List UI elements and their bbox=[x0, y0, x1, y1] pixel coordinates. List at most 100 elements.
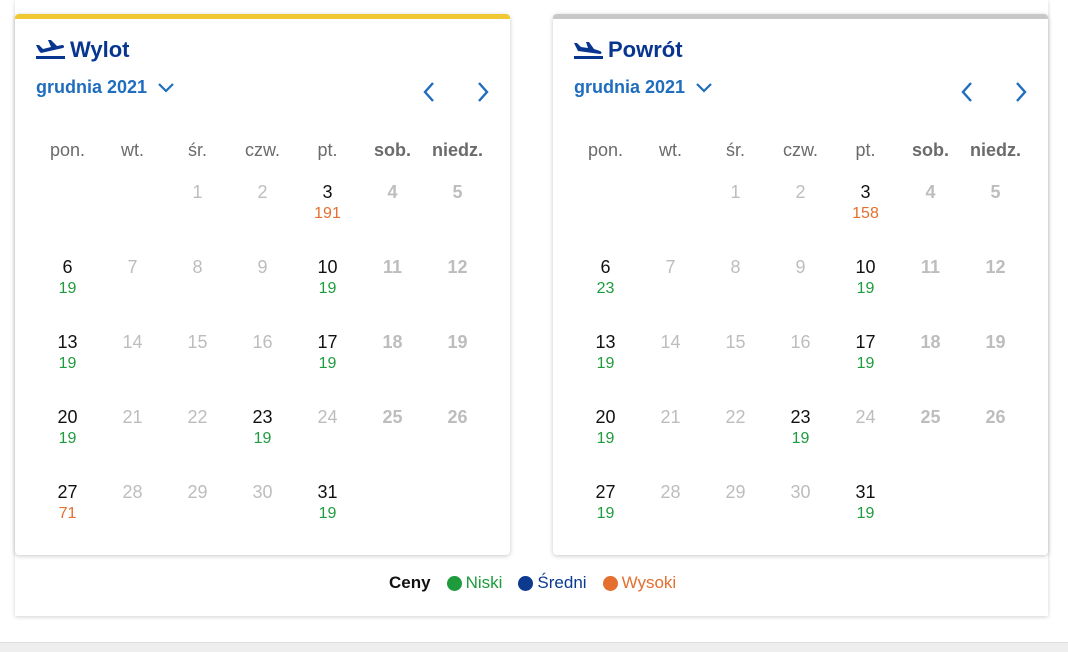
calendar-day: 12 bbox=[963, 256, 1028, 331]
day-price: 19 bbox=[253, 430, 272, 447]
legend-label-high: Wysoki bbox=[621, 573, 677, 592]
calendar-day: 19 bbox=[425, 331, 490, 406]
weekday-label: sob. bbox=[911, 140, 949, 160]
calendar-day: 7 bbox=[638, 256, 703, 331]
calendar-day[interactable]: 6 19 bbox=[35, 256, 100, 331]
calendar-day: 7 bbox=[100, 256, 165, 331]
calendar-day: 9 bbox=[768, 256, 833, 331]
calendar-day: 16 bbox=[230, 331, 295, 406]
day-number: 19 bbox=[985, 332, 1006, 352]
weekday-label: niedz. bbox=[431, 140, 483, 160]
calendar-day[interactable]: 10 19 bbox=[295, 256, 360, 331]
calendar-day[interactable]: 23 19 bbox=[768, 406, 833, 481]
calendar-day[interactable]: 20 19 bbox=[35, 406, 100, 481]
day-number: 1 bbox=[192, 182, 203, 202]
return-prev-month-button[interactable] bbox=[956, 80, 980, 104]
day-price: 19 bbox=[318, 355, 337, 372]
calendar-day: 1 bbox=[703, 181, 768, 256]
calendar-day: 22 bbox=[703, 406, 768, 481]
day-number: 14 bbox=[660, 332, 681, 352]
day-number: 18 bbox=[382, 332, 403, 352]
departure-accent-bar bbox=[15, 14, 510, 19]
departure-day-grid: 1 2 3 191 4 5 6 19 7 8 9 10 19 11 12 13 19 14 15 16 17 19 18 19… bbox=[35, 181, 490, 555]
calendar-day: 11 bbox=[898, 256, 963, 331]
calendar-day: 21 bbox=[100, 406, 165, 481]
return-month-selector[interactable]: grudnia 2021 bbox=[574, 77, 713, 98]
day-number: 14 bbox=[122, 332, 143, 352]
day-number: 29 bbox=[725, 482, 746, 502]
departure-weekday-header: pon. wt. śr. czw. pt. sob. niedz. bbox=[35, 140, 490, 161]
departure-next-month-button[interactable] bbox=[470, 80, 494, 104]
calendar-day: 14 bbox=[638, 331, 703, 406]
day-number: 13 bbox=[595, 332, 616, 352]
calendar-day[interactable]: 6 23 bbox=[573, 256, 638, 331]
calendar-day[interactable]: 20 19 bbox=[573, 406, 638, 481]
calendar-day: 18 bbox=[898, 331, 963, 406]
day-number: 28 bbox=[660, 482, 681, 502]
calendar-day[interactable]: 31 19 bbox=[295, 481, 360, 555]
day-number: 6 bbox=[600, 257, 611, 277]
day-number: 15 bbox=[187, 332, 208, 352]
calendar-day: 26 bbox=[963, 406, 1028, 481]
day-price: 71 bbox=[58, 505, 77, 522]
weekday-label: niedz. bbox=[969, 140, 1021, 160]
day-number: 5 bbox=[990, 182, 1001, 202]
departure-prev-month-button[interactable] bbox=[418, 80, 442, 104]
calendar-empty-cell bbox=[35, 181, 100, 256]
calendar-day: 15 bbox=[703, 331, 768, 406]
calendar-day[interactable]: 3 158 bbox=[833, 181, 898, 256]
calendar-day: 28 bbox=[638, 481, 703, 555]
calendar-day: 1 bbox=[165, 181, 230, 256]
return-accent-bar bbox=[553, 14, 1048, 19]
day-number: 29 bbox=[187, 482, 208, 502]
chevron-down-icon bbox=[158, 82, 174, 93]
day-price: 19 bbox=[856, 505, 875, 522]
departure-title-text: Wylot bbox=[70, 37, 130, 62]
calendar-day[interactable]: 10 19 bbox=[833, 256, 898, 331]
calendar-day: 26 bbox=[425, 406, 490, 481]
day-price: 19 bbox=[791, 430, 810, 447]
calendar-day: 11 bbox=[360, 256, 425, 331]
calendar-empty-cell bbox=[573, 181, 638, 256]
day-number: 25 bbox=[382, 407, 403, 427]
day-number: 4 bbox=[387, 182, 398, 202]
legend-label-medium: Średni bbox=[537, 573, 587, 592]
calendar-day[interactable]: 31 19 bbox=[833, 481, 898, 555]
calendar-day[interactable]: 23 19 bbox=[230, 406, 295, 481]
day-number: 22 bbox=[725, 407, 746, 427]
day-price: 19 bbox=[58, 280, 77, 297]
weekday-label: pt. bbox=[855, 140, 876, 160]
return-title-text: Powrót bbox=[608, 37, 683, 62]
calendar-day[interactable]: 17 19 bbox=[295, 331, 360, 406]
day-number: 15 bbox=[725, 332, 746, 352]
weekday-label: wt. bbox=[120, 140, 144, 160]
chevron-down-icon bbox=[696, 82, 712, 93]
departure-month-selector[interactable]: grudnia 2021 bbox=[36, 77, 175, 98]
legend-label-low: Niski bbox=[465, 573, 503, 592]
plane-landing-icon bbox=[574, 42, 603, 59]
calendar-day: 12 bbox=[425, 256, 490, 331]
day-number: 2 bbox=[257, 182, 268, 202]
calendar-day: 4 bbox=[360, 181, 425, 256]
calendar-day[interactable]: 27 71 bbox=[35, 481, 100, 555]
calendar-day: 15 bbox=[165, 331, 230, 406]
calendar-day[interactable]: 13 19 bbox=[35, 331, 100, 406]
calendar-day[interactable]: 17 19 bbox=[833, 331, 898, 406]
departure-title: Wylot bbox=[36, 36, 129, 64]
calendar-day: 24 bbox=[295, 406, 360, 481]
day-number: 26 bbox=[447, 407, 468, 427]
calendar-day[interactable]: 27 19 bbox=[573, 481, 638, 555]
calendar-day: 30 bbox=[768, 481, 833, 555]
day-number: 18 bbox=[920, 332, 941, 352]
departure-month-label: grudnia 2021 bbox=[36, 77, 148, 97]
day-number: 27 bbox=[57, 482, 78, 502]
return-next-month-button[interactable] bbox=[1008, 80, 1032, 104]
calendar-day[interactable]: 13 19 bbox=[573, 331, 638, 406]
day-price: 23 bbox=[596, 280, 615, 297]
day-number: 25 bbox=[920, 407, 941, 427]
weekday-label: śr. bbox=[187, 140, 207, 160]
calendar-empty-cell bbox=[100, 181, 165, 256]
day-number: 31 bbox=[317, 482, 338, 502]
day-price: 19 bbox=[596, 505, 615, 522]
calendar-day[interactable]: 3 191 bbox=[295, 181, 360, 256]
